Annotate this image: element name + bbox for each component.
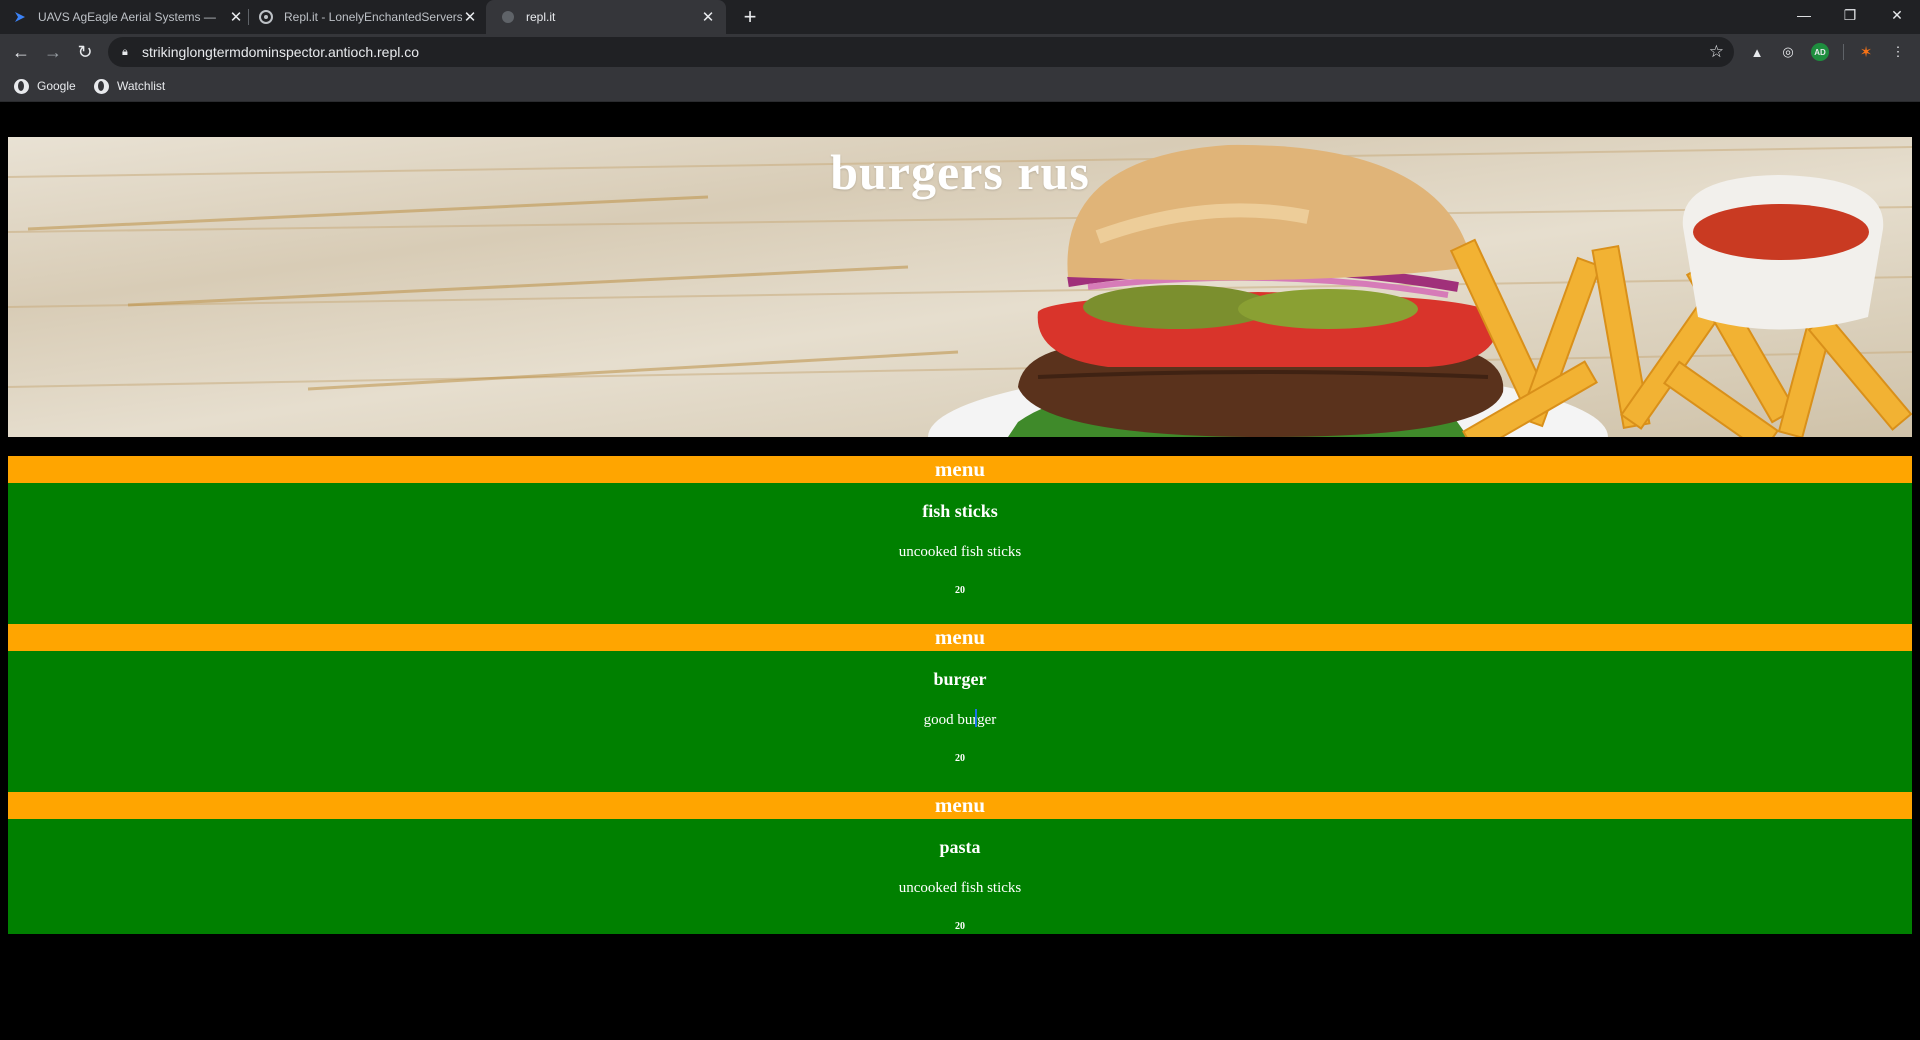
back-arrow-icon[interactable]: ← <box>8 39 34 65</box>
tab-replit-active[interactable]: repl.it ✕ <box>486 0 726 34</box>
item-name: fish sticks <box>922 501 998 521</box>
menu-item-body: burger good burger 20 <box>8 651 1912 792</box>
hero-banner: burgers rus <box>8 137 1912 437</box>
close-icon[interactable]: ✕ <box>700 9 716 26</box>
address-bar[interactable]: 🔒︎ strikinglongtermdominspector.antioch.… <box>108 37 1734 67</box>
bookmark-google[interactable]: Google <box>14 76 76 96</box>
tab-uavs[interactable]: UAVS AgEagle Aerial Systems — ✕ <box>12 0 244 34</box>
menu-heading: menu <box>8 792 1912 819</box>
bookmark-label: Google <box>37 79 76 93</box>
menu-card-fish-sticks: menu fish sticks uncooked fish sticks 20 <box>8 456 1912 624</box>
menu-card-burger: menu burger good burger 20 <box>8 624 1912 792</box>
globe-icon <box>94 78 109 94</box>
item-description: uncooked fish sticks <box>898 880 1022 896</box>
tab-title: repl.it <box>526 10 556 24</box>
tab-title: UAVS AgEagle Aerial Systems — <box>38 10 216 24</box>
menu-item-body: fish sticks uncooked fish sticks 20 <box>8 483 1912 624</box>
lock-icon: 🔒︎ <box>122 45 128 58</box>
metamask-extension-icon[interactable]: ✶ <box>1857 43 1875 61</box>
tab-title: Repl.it - LonelyEnchantedServers <box>284 10 462 24</box>
item-description: uncooked fish sticks <box>898 544 1022 560</box>
item-price: 20 <box>955 921 965 932</box>
menu-heading: menu <box>8 624 1912 651</box>
close-icon[interactable]: ✕ <box>228 9 244 26</box>
adguard-extension-icon[interactable]: AD <box>1811 43 1829 61</box>
replit-favicon-icon <box>258 9 274 25</box>
site-title: burgers rus <box>830 144 1090 200</box>
tab-divider <box>248 9 249 25</box>
forward-arrow-icon[interactable]: → <box>40 39 66 65</box>
minimize-button[interactable]: — <box>1781 0 1827 30</box>
bookmarks-bar: Google Watchlist <box>0 70 1920 102</box>
agEagle-favicon-icon <box>12 9 28 25</box>
text-cursor-icon <box>975 709 977 727</box>
bookmark-watchlist[interactable]: Watchlist <box>94 76 165 96</box>
url-text: strikinglongtermdominspector.antioch.rep… <box>142 44 420 60</box>
tab-strip: UAVS AgEagle Aerial Systems — ✕ Repl.it … <box>0 0 1920 34</box>
new-tab-button[interactable]: + <box>737 4 763 30</box>
item-price: 20 <box>955 585 965 596</box>
item-price: 20 <box>955 753 965 764</box>
close-window-button[interactable]: ✕ <box>1874 0 1920 30</box>
menu-heading: menu <box>8 456 1912 483</box>
menu-card-pasta: menu pasta uncooked fish sticks 20 <box>8 792 1912 934</box>
close-icon[interactable]: ✕ <box>462 9 478 26</box>
browser-toolbar: ← → ↻ 🔒︎ strikinglongtermdominspector.an… <box>0 34 1920 70</box>
reload-icon[interactable]: ↻ <box>72 39 98 65</box>
item-name: burger <box>933 669 987 689</box>
bookmark-label: Watchlist <box>117 79 166 93</box>
item-name: pasta <box>939 837 981 857</box>
menu-item-body: pasta uncooked fish sticks 20 <box>8 819 1912 934</box>
restore-button[interactable]: ❐ <box>1827 0 1873 30</box>
globe-favicon-icon <box>500 9 516 25</box>
item-description: good burger <box>923 712 997 728</box>
menu-kebab-icon[interactable]: ⋮ <box>1889 43 1907 61</box>
globe-icon <box>14 78 29 94</box>
tab-replit-servers[interactable]: Repl.it - LonelyEnchantedServers ✕ <box>258 0 478 34</box>
toolbar-divider <box>1843 44 1844 60</box>
bookmark-star-icon[interactable]: ☆ <box>1709 42 1724 62</box>
fingerprint-extension-icon[interactable]: ◎ <box>1779 43 1797 61</box>
drive-extension-icon[interactable]: ▲ <box>1748 43 1766 61</box>
extension-badge: AD <box>1814 47 1826 57</box>
page-viewport: burgers rus menu fish sticks uncooked fi… <box>0 103 1920 1040</box>
